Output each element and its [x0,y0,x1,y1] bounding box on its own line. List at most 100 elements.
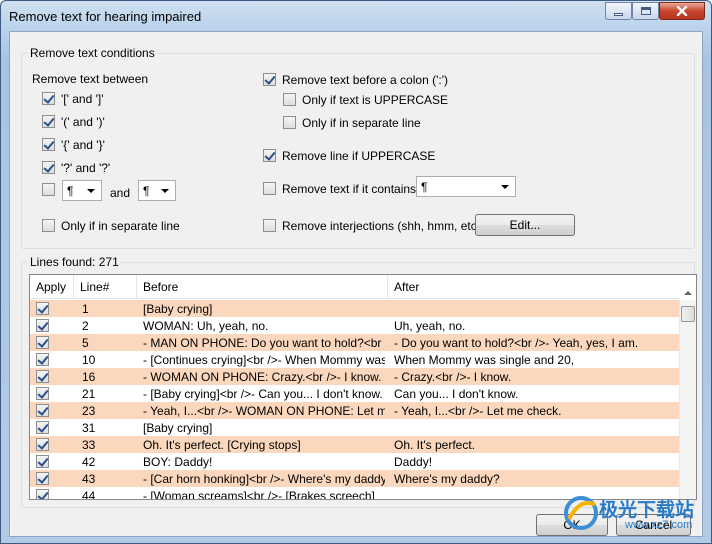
colon-uppercase-label[interactable]: Only if text is UPPERCASE [302,93,448,107]
line-number-cell: 31 [82,421,96,435]
interjections-label[interactable]: Remove interjections (shh, hmm, etc.) [282,219,484,233]
curly-brackets-checkbox[interactable] [42,138,55,151]
list-rows: 1 [Baby crying] 2 WOMAN: Uh, yeah, no. Uh, y… [30,300,680,500]
apply-checkbox[interactable] [36,370,49,383]
curly-brackets-label[interactable]: '{' and '}' [61,138,105,152]
colon-label[interactable]: Remove text before a colon (':') [282,73,448,87]
before-cell: Oh. It's perfect. [Crying stops] [143,438,301,452]
table-row[interactable]: 23 - Yeah, I...<br />- WOMAN ON PHONE: Le… [30,402,680,419]
line-number-cell: 21 [82,387,96,401]
custom-and-label: and [110,186,131,200]
conditions-group-label: Remove text conditions [28,46,157,60]
table-row[interactable]: 31 [Baby crying] [30,419,680,436]
window-title: Remove text for hearing impaired [9,9,202,24]
table-row[interactable]: 1 [Baby crying] [30,300,680,317]
dialog-client: Remove text conditions Remove text betwe… [9,31,703,537]
table-row[interactable]: 21 - [Baby crying]<br />- Can you... I do… [30,385,680,402]
square-brackets-label[interactable]: '[' and ']' [61,92,104,106]
colon-separate-checkbox[interactable] [283,116,296,129]
line-number-cell: 2 [82,319,89,333]
list-header: Apply Line# Before After [30,275,680,299]
after-cell: Uh, yeah, no. [394,319,466,333]
apply-checkbox[interactable] [36,489,49,499]
before-cell: - [Woman screams]<br />- [Brakes screech… [143,489,375,500]
custom-end-combo[interactable]: ¶ [138,180,176,201]
apply-checkbox[interactable] [36,319,49,332]
colon-separate-label[interactable]: Only if in separate line [302,116,421,130]
after-cell: - Crazy.<br />- I know. [394,370,512,384]
chevron-down-icon [501,185,509,189]
scrollbar-thumb[interactable] [681,306,695,322]
apply-checkbox[interactable] [36,472,49,485]
interjections-checkbox[interactable] [263,219,276,232]
before-cell: - WOMAN ON PHONE: Crazy.<br />- I know. [143,370,382,384]
before-cell: - [Baby crying]<br />- Can you... I don'… [143,387,383,401]
between-label: Remove text between [32,72,149,86]
table-row[interactable]: 16 - WOMAN ON PHONE: Crazy.<br />- I know… [30,368,680,385]
vertical-scrollbar[interactable] [679,291,696,499]
apply-checkbox[interactable] [36,302,49,315]
contains-checkbox[interactable] [263,182,276,195]
apply-checkbox[interactable] [36,421,49,434]
before-cell: BOY: Daddy! [143,455,213,469]
contains-combo[interactable]: ¶ [416,176,516,197]
lines-list[interactable]: Apply Line# Before After 1 [Baby crying] 2… [29,274,697,500]
after-cell: Oh. It's perfect. [394,438,475,452]
after-cell: Can you... I don't know. [394,387,519,401]
table-row[interactable]: 5 - MAN ON PHONE: Do you want to hold?<br… [30,334,680,351]
separate-line-checkbox[interactable] [42,219,55,232]
line-uppercase-label[interactable]: Remove line if UPPERCASE [282,149,435,163]
line-uppercase-checkbox[interactable] [263,149,276,162]
scroll-up-icon[interactable] [684,291,692,295]
question-marks-checkbox[interactable] [42,161,55,174]
before-cell: - [Car horn honking]<br />- Where's my d… [143,472,385,486]
apply-checkbox[interactable] [36,404,49,417]
minimize-button[interactable] [605,2,632,20]
colon-checkbox[interactable] [263,73,276,86]
question-marks-label[interactable]: '?' and '?' [61,161,110,175]
separate-line-label[interactable]: Only if in separate line [61,219,180,233]
table-row[interactable]: 33 Oh. It's perfect. [Crying stops] Oh. It… [30,436,680,453]
close-button[interactable] [659,2,705,20]
watermark-url: www.xz7.com [625,519,693,531]
table-row[interactable]: 42 BOY: Daddy! Daddy! [30,453,680,470]
after-cell: - Yeah, I...<br />- Let me check. [394,404,562,418]
column-header-line[interactable]: Line# [74,275,137,299]
column-header-apply[interactable]: Apply [30,275,74,299]
after-cell: Daddy! [394,455,433,469]
edit-interjections-button[interactable]: Edit... [475,214,575,236]
line-number-cell: 42 [82,455,96,469]
before-cell: WOMAN: Uh, yeah, no. [143,319,269,333]
chevron-down-icon [161,189,169,193]
apply-checkbox[interactable] [36,438,49,451]
before-cell: - MAN ON PHONE: Do you want to hold?<br … [143,336,385,350]
table-row[interactable]: 10 - [Continues crying]<br />- When Mommy… [30,351,680,368]
contains-value: ¶ [421,180,428,194]
title-bar[interactable]: Remove text for hearing impaired [1,1,711,31]
column-header-before[interactable]: Before [137,275,388,299]
apply-checkbox[interactable] [36,387,49,400]
colon-uppercase-checkbox[interactable] [283,93,296,106]
chevron-down-icon [87,189,95,193]
watermark-logo-icon [564,496,598,530]
custom-start-value: ¶ [67,184,74,198]
before-cell: - Yeah, I...<br />- WOMAN ON PHONE: Let … [143,404,385,418]
custom-delimiters-checkbox[interactable] [42,183,55,196]
apply-checkbox[interactable] [36,336,49,349]
apply-checkbox[interactable] [36,353,49,366]
column-header-after[interactable]: After [388,275,680,299]
after-cell: When Mommy was single and 20, [394,353,575,367]
maximize-button[interactable] [632,2,659,20]
custom-end-value: ¶ [143,184,150,198]
line-number-cell: 10 [82,353,96,367]
square-brackets-checkbox[interactable] [42,92,55,105]
round-brackets-label[interactable]: '(' and ')' [61,115,105,129]
table-row[interactable]: 43 - [Car horn honking]<br />- Where's my… [30,470,680,487]
line-number-cell: 44 [82,489,96,500]
watermark: 极光下载站 www.xz7.com [561,489,711,539]
round-brackets-checkbox[interactable] [42,115,55,128]
custom-start-combo[interactable]: ¶ [62,180,102,201]
contains-label[interactable]: Remove text if it contains: [282,182,419,196]
apply-checkbox[interactable] [36,455,49,468]
table-row[interactable]: 2 WOMAN: Uh, yeah, no. Uh, yeah, no. [30,317,680,334]
